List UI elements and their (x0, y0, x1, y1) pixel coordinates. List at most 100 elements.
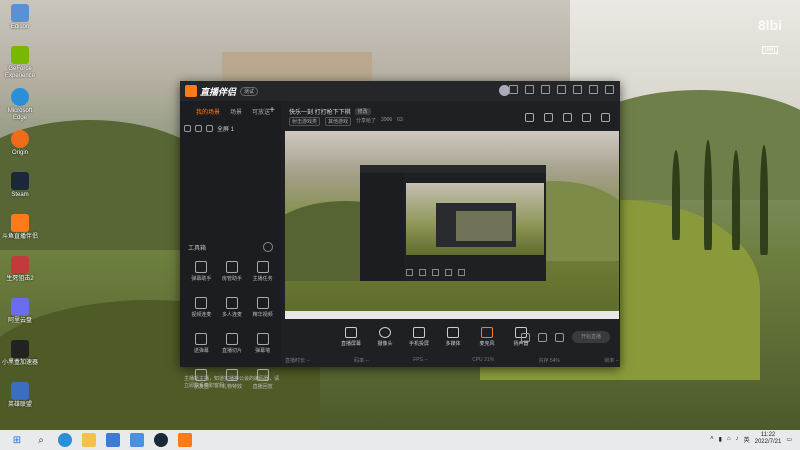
source-media-button[interactable]: 多媒体 (441, 327, 465, 347)
bell-icon[interactable] (582, 113, 591, 122)
input-language[interactable]: 英 (744, 435, 750, 444)
start-live-button[interactable]: 开始直播 (572, 331, 610, 343)
clock[interactable]: 11:22 2022/7/21 (755, 432, 782, 446)
nested-tool-icon (445, 268, 452, 276)
tab-my-scenes[interactable]: 我的场景 (196, 107, 220, 119)
deep-preview (456, 211, 512, 241)
tool-item[interactable]: 弹幕墙 (247, 331, 278, 361)
microphone-icon (481, 327, 493, 338)
tool-item[interactable]: 房管助手 (217, 259, 248, 289)
edison-icon (11, 4, 29, 22)
danmaku-wall-icon (256, 333, 269, 345)
minimize-icon[interactable] (573, 85, 582, 94)
tool-item[interactable]: 送弹幕 (186, 331, 217, 361)
mail-icon[interactable] (130, 433, 144, 447)
lock-icon[interactable] (195, 124, 202, 132)
status-fps: FPS -- (413, 357, 428, 363)
category-chip[interactable]: 射击游戏类 (289, 117, 321, 126)
wallpaper-tree (760, 145, 768, 255)
desktop-icon-accelerator[interactable]: 小黑盒加速器 (2, 340, 38, 380)
eye-icon[interactable] (184, 124, 191, 132)
desktop-icon-geforce[interactable]: GeForce Experience (2, 46, 38, 86)
source-phone-button[interactable]: 手机投屏 (407, 327, 431, 347)
tools-title: 工具箱 (188, 246, 207, 252)
fan-count: 63 (397, 117, 403, 123)
status-framerate: 帧率 -- (604, 358, 619, 364)
subcategory-chip[interactable]: 其他游戏 (325, 117, 352, 126)
source-camera-button[interactable]: 摄像头 (373, 327, 397, 347)
collapse-icon[interactable] (263, 242, 273, 252)
source-buttons: 直播屏幕 摄像头 手机投屏 多媒体 麦克风 扬声器 (339, 327, 533, 347)
tool-item[interactable]: 直播切片 (217, 331, 248, 361)
source-screen-button[interactable]: 直播屏幕 (339, 327, 363, 347)
desktop-icon-douyu[interactable]: 斗鱼直播伴侣 (2, 214, 38, 254)
mic-button[interactable]: 麦克风 (475, 327, 499, 347)
app-badge: 测试 (240, 86, 259, 96)
desktop-icon-aliyun[interactable]: 阿里云盘 (2, 298, 38, 338)
sound-icon[interactable] (563, 113, 572, 122)
desktop-icon-origin[interactable]: Origin (2, 130, 38, 170)
close-icon[interactable] (605, 85, 614, 94)
desktop-icons: Edison GeForce Experience Microsoft Edge… (2, 2, 38, 424)
volume-icon[interactable]: ♪ (736, 436, 739, 442)
nested-tool-icon (432, 268, 439, 276)
window-controls (509, 85, 614, 94)
desktop-icon-game[interactable]: 生死狙击2 (2, 256, 38, 296)
network-icon[interactable]: ⌂ (727, 436, 731, 442)
phone-icon (413, 327, 425, 338)
live-preview[interactable] (285, 131, 619, 319)
nested-tool-icon (419, 268, 426, 276)
notice-text: 主播新主播，知道实播等公会的编码器，请立即联系专职客服 (184, 376, 280, 389)
maximize-icon[interactable] (589, 85, 598, 94)
tool-item[interactable]: 多人连麦 (217, 295, 248, 325)
send-danmaku-icon (195, 333, 208, 345)
app-titlebar[interactable]: 直播伴侣 测试 (180, 81, 620, 101)
live-meta: 射击游戏类 其他游戏 分享给了 3906 63 (289, 117, 403, 126)
edge-icon[interactable] (58, 433, 72, 447)
record-icon[interactable] (521, 332, 530, 342)
clock-time: 11:22 (760, 432, 776, 438)
steam-icon[interactable] (154, 433, 168, 447)
add-scene-icon[interactable]: + (269, 105, 275, 116)
gear-icon[interactable] (555, 332, 564, 342)
tool-item[interactable]: 精华视频 (247, 295, 278, 325)
tab-broadcast[interactable]: 可放送 (252, 107, 270, 119)
wallpaper-tree (704, 140, 712, 250)
desktop-icon-edge[interactable]: Microsoft Edge (2, 88, 38, 128)
search-icon[interactable]: ⌕ (34, 433, 48, 447)
douyu-icon[interactable] (178, 433, 192, 447)
settings-icon[interactable] (525, 85, 534, 94)
save-icon[interactable] (544, 113, 553, 122)
desktop-icon-lol[interactable]: 英雄联盟 (2, 382, 38, 422)
watermark-badge: [88] (761, 46, 778, 54)
monitor-icon (345, 327, 357, 338)
share-label: 分享给了 (356, 118, 377, 124)
message-icon[interactable] (509, 85, 518, 94)
desktop-icon-steam[interactable]: Steam (2, 172, 38, 212)
deep-nested-window (436, 203, 516, 247)
multi-link-icon (225, 297, 238, 309)
edit-title-button[interactable]: 修改 (354, 108, 371, 115)
battery-icon[interactable]: ▮ (719, 436, 722, 443)
scene-tabs: 我的场景 场景 可放送 (180, 101, 281, 119)
notification-icon[interactable]: ▭ (786, 436, 792, 443)
danmaku-icon (195, 261, 208, 273)
folder-icon[interactable] (82, 433, 96, 447)
share-icon[interactable] (601, 113, 610, 122)
scene-item[interactable]: 全屏 1 (184, 123, 281, 133)
start-icon[interactable]: ⊞ (10, 433, 24, 447)
tab-scenes[interactable]: 场景 (230, 107, 242, 119)
desktop-icon-edison[interactable]: Edison (2, 4, 38, 44)
screen-icon (206, 124, 213, 132)
store-icon[interactable] (106, 433, 120, 447)
tool-item[interactable]: 主播任务 (247, 259, 278, 289)
game-icon (11, 256, 29, 274)
task-icon (256, 261, 269, 273)
clock-icon[interactable] (538, 332, 547, 342)
gift-icon[interactable] (525, 113, 534, 122)
skin-icon[interactable] (541, 85, 550, 94)
menu-icon[interactable] (557, 85, 566, 94)
tool-item[interactable]: 弹幕助手 (186, 259, 217, 289)
chevron-up-icon[interactable]: ˄ (710, 436, 714, 442)
tool-item[interactable]: 视频连麦 (186, 295, 217, 325)
